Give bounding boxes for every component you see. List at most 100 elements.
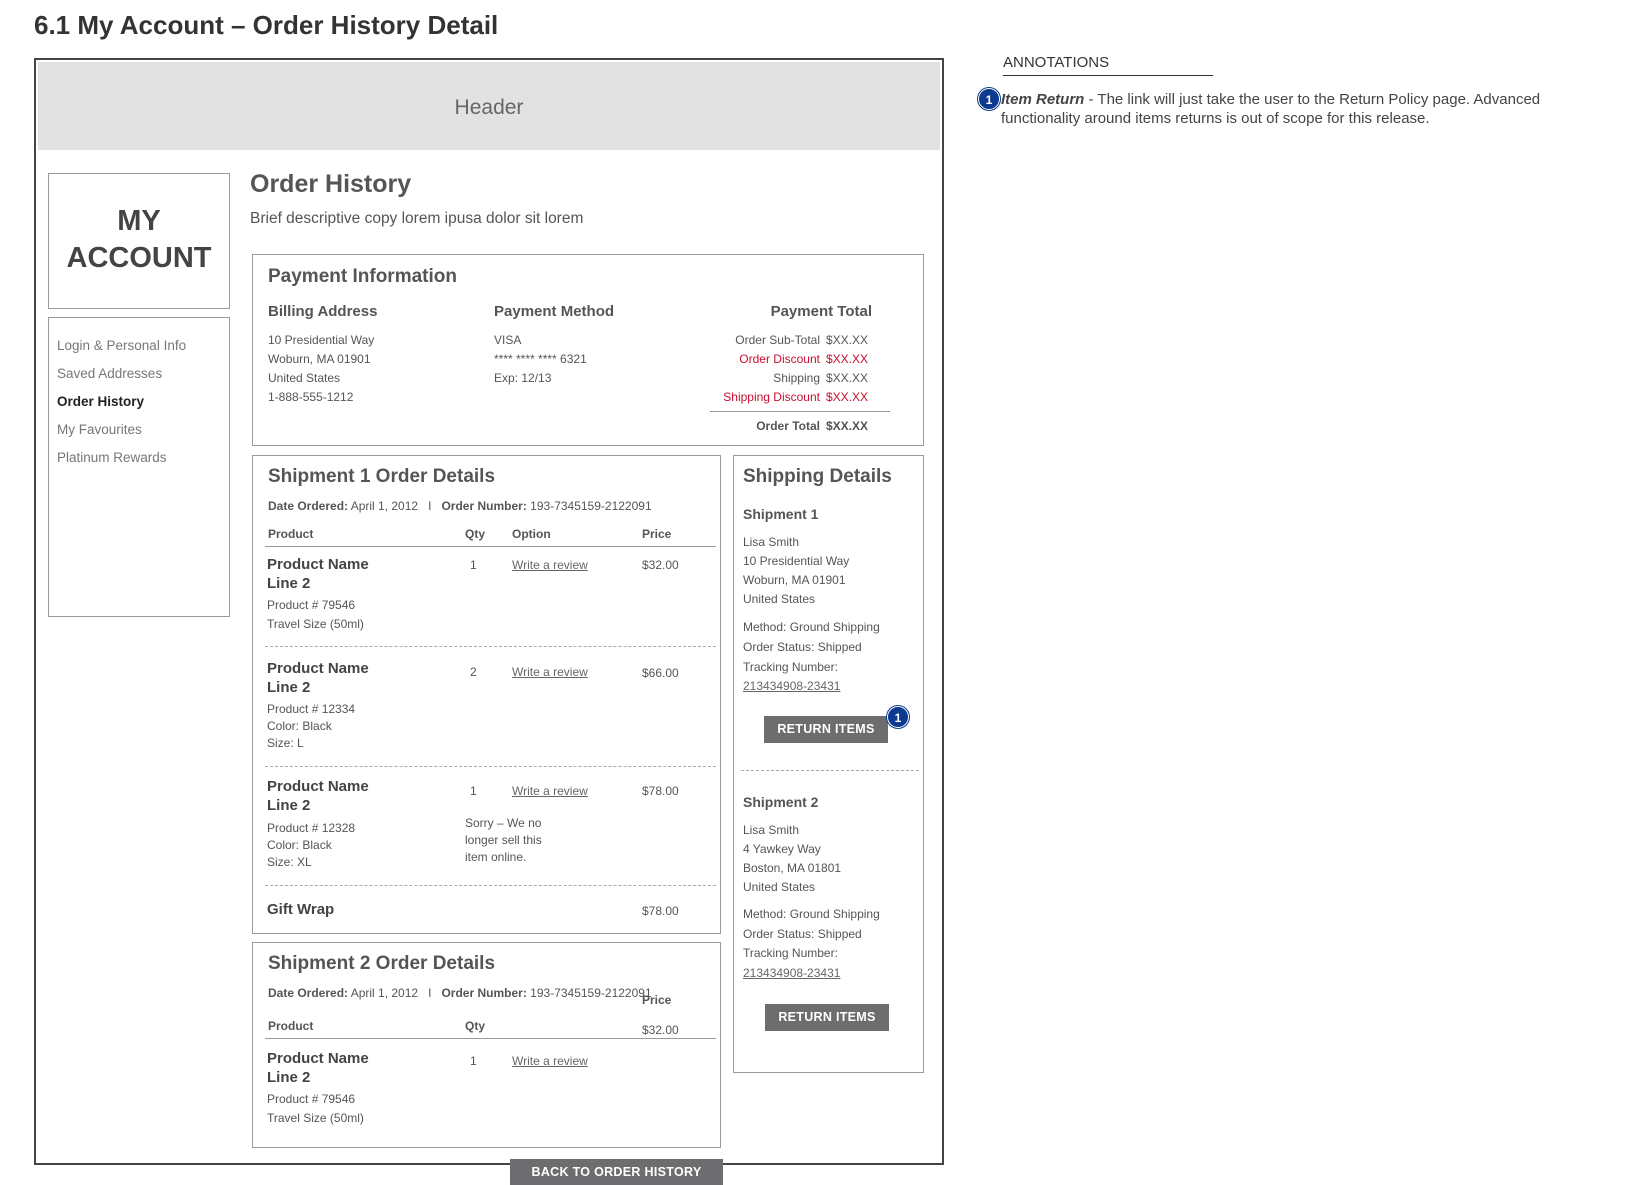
card-type: VISA	[494, 333, 522, 347]
shipment-1-order-meta: Date Ordered: April 1, 2012 I Order Numb…	[268, 499, 652, 513]
table-header-rule	[265, 1038, 716, 1039]
product-name: Product Name	[267, 660, 369, 677]
date-ordered-value: April 1, 2012	[350, 986, 419, 1000]
shipment-2-heading: Shipment 2	[743, 794, 819, 810]
date-ordered-label: Date Ordered:	[268, 499, 349, 513]
item-price: $78.00	[642, 784, 679, 798]
col-product: Product	[268, 1019, 314, 1033]
order-history-description: Brief descriptive copy lorem ipusa dolor…	[250, 210, 584, 227]
item-divider	[265, 646, 716, 647]
date-ordered-value: April 1, 2012	[350, 499, 419, 513]
shipping-value: $XX.XX	[826, 371, 869, 385]
annotation-marker-1-icon: 1	[887, 706, 909, 728]
order-total-label: Order Total	[756, 419, 820, 433]
order-status: Order Status: Shipped	[743, 927, 862, 941]
billing-address-line: United States	[268, 371, 341, 385]
order-number-value: 193-7345159-2122091	[530, 986, 652, 1000]
ship-address-line: Lisa Smith	[743, 535, 800, 549]
ship-address-line: Woburn, MA 01901	[743, 573, 846, 587]
write-review-link[interactable]: Write a review	[512, 784, 588, 798]
col-qty: Qty	[465, 1019, 486, 1033]
table-header-rule	[265, 546, 716, 547]
card-expiry: Exp: 12/13	[494, 371, 552, 385]
tracking-number-link[interactable]: 213434908-23431	[743, 966, 840, 980]
product-detail: Product # 79546	[267, 1092, 356, 1106]
page-title: 6.1 My Account – Order History Detail	[34, 10, 499, 40]
order-number-label: Order Number:	[441, 986, 527, 1000]
item-divider	[265, 885, 716, 886]
order-discount-value: $XX.XX	[826, 352, 869, 366]
order-number-label: Order Number:	[441, 499, 527, 513]
item-qty: 2	[470, 665, 477, 679]
write-review-link[interactable]: Write a review	[512, 1054, 588, 1068]
write-review-link[interactable]: Write a review	[512, 665, 588, 679]
item-price: $32.00	[642, 558, 679, 572]
shipment-1-title: Shipment 1 Order Details	[268, 466, 496, 487]
product-detail: Size: XL	[267, 855, 312, 869]
tracking-number-link[interactable]: 213434908-23431	[743, 679, 840, 693]
discontinued-note: longer sell this	[465, 833, 542, 847]
header-label: Header	[454, 96, 524, 119]
product-detail: Product # 79546	[267, 598, 356, 612]
back-to-order-history-button[interactable]: BACK TO ORDER HISTORY	[510, 1159, 723, 1185]
col-option: Option	[512, 527, 551, 541]
payment-total-heading: Payment Total	[770, 303, 872, 320]
product-name-line2: Line 2	[267, 797, 311, 814]
annotation-item-1: Item Return - The link will just take th…	[1001, 90, 1616, 128]
product-detail: Size: L	[267, 736, 304, 750]
order-history-title: Order History	[250, 170, 412, 198]
item-divider	[265, 766, 716, 767]
product-detail: Color: Black	[267, 719, 332, 733]
shipping-method: Method: Ground Shipping	[743, 620, 880, 634]
return-items-button[interactable]: RETURN ITEMS	[764, 716, 888, 743]
subtotal-label: Order Sub-Total	[735, 333, 820, 347]
product-name-line2: Line 2	[267, 575, 311, 592]
ship-address-line: 4 Yawkey Way	[743, 842, 821, 856]
my-account-title-line1: MY	[117, 205, 161, 237]
discontinued-note: item online.	[465, 850, 527, 864]
item-price: $66.00	[642, 666, 679, 680]
ship-address-line: Boston, MA 01801	[743, 861, 842, 875]
product-detail: Product # 12328	[267, 821, 356, 835]
account-nav	[48, 317, 230, 617]
payment-method-heading: Payment Method	[494, 303, 615, 320]
product-detail: Product # 12334	[267, 702, 356, 716]
shipping-discount-label: Shipping Discount	[723, 390, 820, 404]
order-number-value: 193-7345159-2122091	[530, 499, 652, 513]
shipping-label: Shipping	[773, 371, 820, 385]
ship-address-line: United States	[743, 880, 816, 894]
shipment-1-heading: Shipment 1	[743, 506, 819, 522]
nav-item-saved-addresses[interactable]: Saved Addresses	[57, 366, 162, 381]
billing-address-line: Woburn, MA 01901	[268, 352, 371, 366]
annotation-term: Item Return	[1001, 91, 1085, 108]
shipment-2-order-meta: Date Ordered: April 1, 2012 I Order Numb…	[268, 986, 652, 1000]
product-detail: Travel Size (50ml)	[267, 617, 364, 631]
product-detail: Travel Size (50ml)	[267, 1111, 364, 1125]
shipment-2-title: Shipment 2 Order Details	[268, 953, 496, 974]
payment-information-title: Payment Information	[268, 266, 457, 287]
ship-address-line: 10 Presidential Way	[743, 554, 850, 568]
item-qty: 1	[470, 784, 477, 798]
nav-item-my-favourites[interactable]: My Favourites	[57, 422, 142, 437]
product-name-line2: Line 2	[267, 1069, 311, 1086]
order-discount-label: Order Discount	[739, 352, 820, 366]
nav-item-order-history[interactable]: Order History	[57, 394, 144, 409]
item-qty: 1	[470, 1054, 477, 1068]
nav-item-login-personal-info[interactable]: Login & Personal Info	[57, 338, 186, 353]
return-items-button[interactable]: RETURN ITEMS	[765, 1004, 889, 1031]
shipping-discount-value: $XX.XX	[826, 390, 869, 404]
my-account-box	[48, 173, 230, 309]
col-price: Price	[642, 527, 672, 541]
shipping-details-title: Shipping Details	[743, 466, 892, 487]
tracking-label: Tracking Number:	[743, 946, 838, 960]
col-product: Product	[268, 527, 314, 541]
product-name-line2: Line 2	[267, 679, 311, 696]
product-name: Product Name	[267, 778, 369, 795]
nav-item-platinum-rewards[interactable]: Platinum Rewards	[57, 450, 167, 465]
write-review-link[interactable]: Write a review	[512, 558, 588, 572]
order-total-value: $XX.XX	[826, 419, 869, 433]
col-qty: Qty	[465, 527, 486, 541]
col-price: Price	[642, 993, 672, 1007]
card-number: **** **** **** 6321	[494, 352, 587, 366]
annotation-number-1-icon: 1	[978, 88, 1000, 110]
